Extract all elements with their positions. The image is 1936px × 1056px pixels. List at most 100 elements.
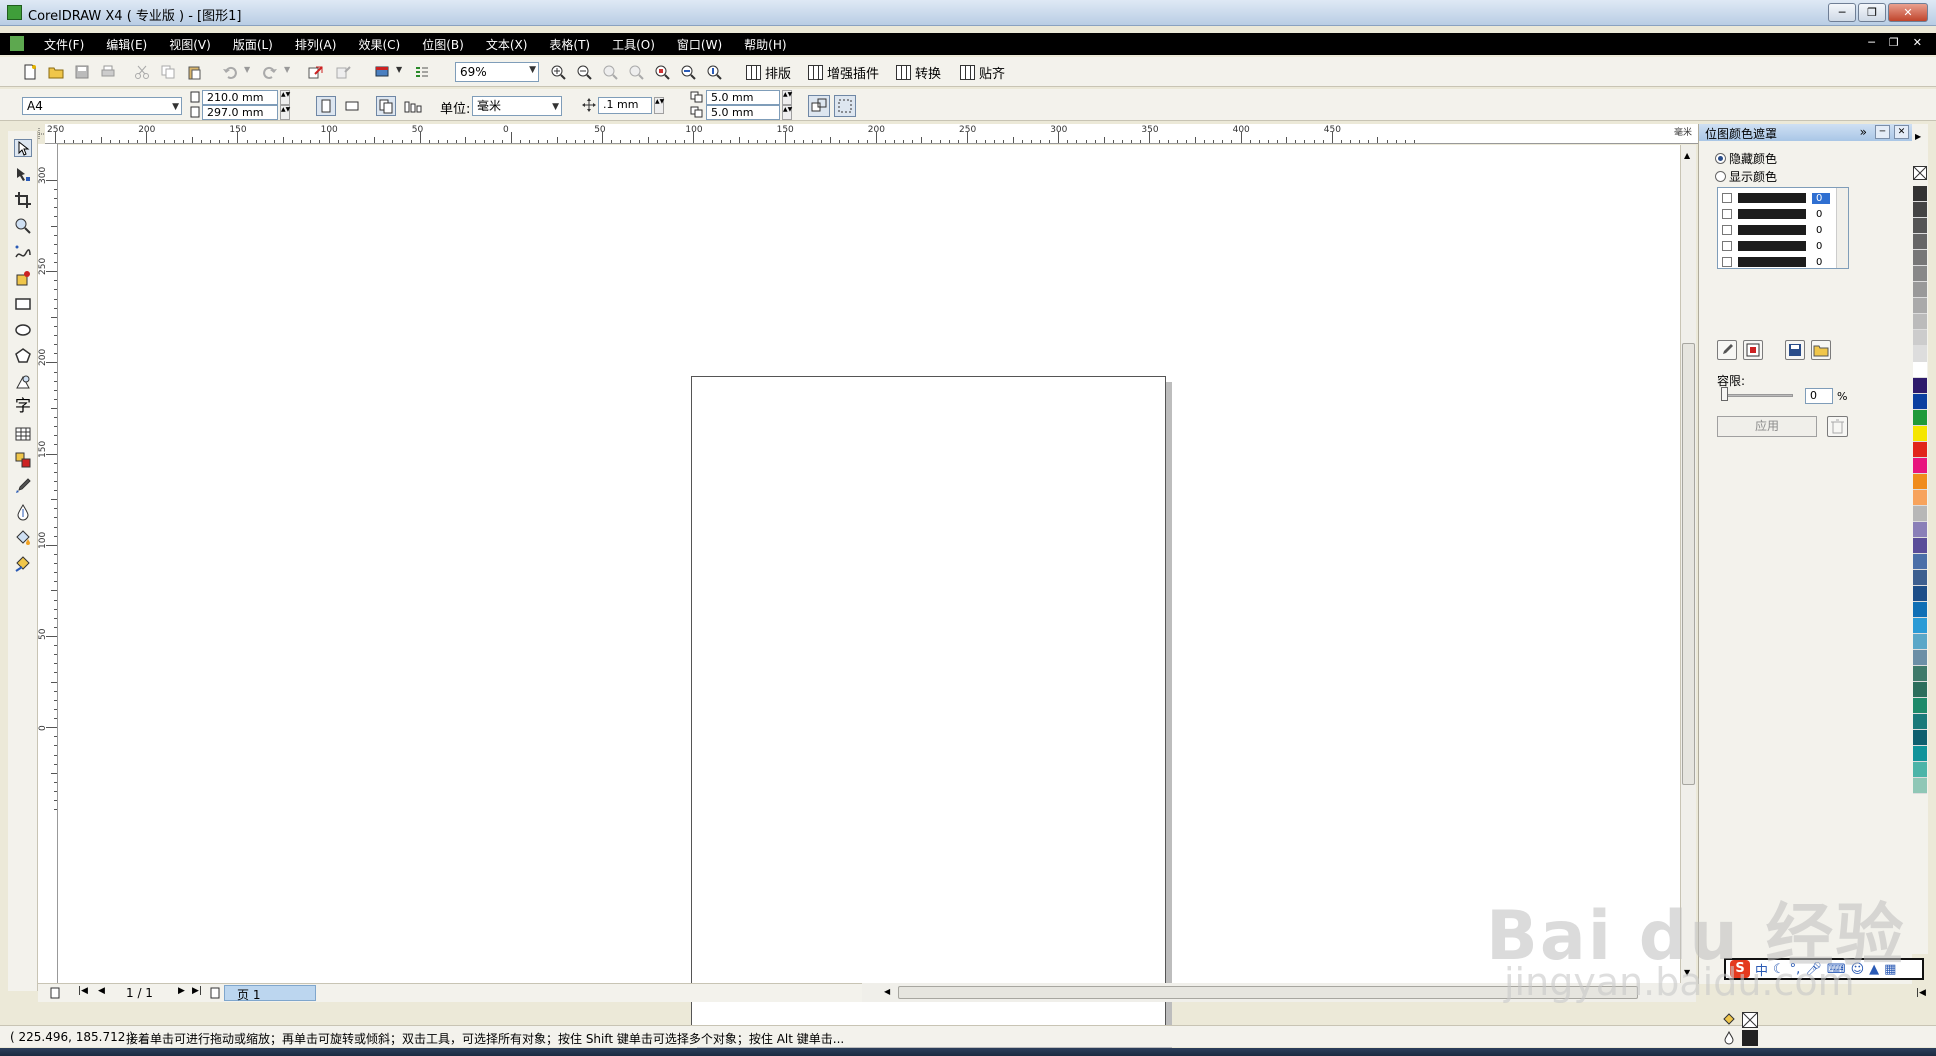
docker-close-button[interactable]: ✕ — [1894, 125, 1909, 139]
apply-button[interactable]: 应用 — [1717, 416, 1817, 437]
zoom-selected-icon[interactable] — [602, 64, 618, 80]
ime-mode[interactable]: 中 — [1755, 960, 1768, 979]
ime-tools-icon[interactable]: ▦ — [1884, 962, 1896, 977]
redo-icon[interactable] — [262, 64, 278, 80]
mask-color-row-4[interactable]: 0 — [1722, 240, 1830, 252]
palette-swatch[interactable] — [1913, 650, 1927, 666]
menu-effects[interactable]: 效果(C) — [358, 36, 400, 53]
import-icon[interactable] — [308, 64, 324, 80]
tolerance-slider-track[interactable] — [1723, 394, 1793, 397]
previous-page-icon[interactable]: ◀ — [98, 986, 105, 996]
ime-moon-icon[interactable]: ☾ — [1773, 962, 1785, 977]
ime-keyboard-icon[interactable]: ⌨ — [1827, 962, 1846, 977]
open-mask-button[interactable] — [1811, 340, 1831, 360]
menu-help[interactable]: 帮助(H) — [744, 36, 786, 53]
zoom-page-width-icon[interactable] — [680, 64, 696, 80]
show-colors-radio[interactable]: 显示颜色 — [1715, 168, 1777, 185]
menu-table[interactable]: 表格(T) — [549, 36, 590, 53]
add-page-after-icon[interactable] — [210, 987, 221, 999]
shape-tool-icon[interactable] — [14, 165, 32, 183]
zoom-in-icon[interactable] — [550, 64, 566, 80]
fill-outline-indicator[interactable] — [1722, 1012, 1758, 1046]
palette-swatch[interactable] — [1913, 394, 1927, 410]
palette-swatch[interactable] — [1913, 714, 1927, 730]
menu-tools[interactable]: 工具(O) — [612, 36, 655, 53]
add-page-before-icon[interactable] — [50, 987, 61, 999]
mask-color-row-5[interactable]: 0 — [1722, 256, 1830, 268]
palette-swatch[interactable] — [1913, 314, 1927, 330]
edit-color-button[interactable] — [1743, 340, 1763, 360]
ellipse-tool-icon[interactable] — [14, 321, 32, 339]
cut-icon[interactable] — [134, 64, 150, 80]
palette-swatch[interactable] — [1913, 666, 1927, 682]
basic-shapes-tool-icon[interactable] — [14, 373, 32, 391]
palette-swatch[interactable] — [1913, 554, 1927, 570]
convert-button[interactable]: 转换 — [896, 63, 941, 82]
vertical-scrollbar[interactable]: ▲ ▼ — [1680, 145, 1696, 983]
duplicate-y-spinner[interactable]: ▲▼ — [782, 105, 792, 120]
mask-color-row-1[interactable]: 0 — [1722, 192, 1830, 204]
ime-toolbar[interactable]: S 中 ☾ °, 🎤︎ ⌨ ☺ ▲ ▦ — [1724, 958, 1924, 980]
zoom-all-objects-icon[interactable] — [628, 64, 644, 80]
zoom-page-icon[interactable] — [654, 64, 670, 80]
treat-as-filled-icon[interactable] — [808, 95, 830, 117]
scroll-up-icon[interactable]: ▲ — [1684, 151, 1690, 160]
duplicate-x-field[interactable]: 5.0 mm — [706, 90, 780, 105]
paper-size-dropdown-icon[interactable]: ▼ — [172, 100, 179, 114]
portrait-orientation-icon[interactable] — [316, 96, 336, 116]
first-page-icon[interactable]: |◀ — [78, 986, 88, 996]
pick-tool-icon[interactable] — [14, 139, 32, 157]
print-icon[interactable] — [100, 64, 116, 80]
palette-swatch[interactable] — [1913, 234, 1927, 250]
menu-arrange[interactable]: 排列(A) — [295, 36, 337, 53]
undo-dropdown-icon[interactable]: ▼ — [244, 65, 250, 74]
remove-mask-button[interactable] — [1827, 416, 1848, 437]
landscape-orientation-icon[interactable] — [342, 96, 362, 116]
palette-swatch[interactable] — [1913, 362, 1927, 378]
palette-flyout-icon[interactable]: |◀ — [1916, 988, 1926, 998]
ime-user-icon[interactable]: ☺ — [1851, 962, 1865, 977]
mask-color-checkbox-5[interactable] — [1722, 257, 1732, 267]
palette-scroll-up-icon[interactable]: ▶ — [1915, 132, 1921, 141]
menu-text[interactable]: 文本(X) — [486, 36, 528, 53]
duplicate-x-spinner[interactable]: ▲▼ — [782, 90, 792, 105]
ime-punctuation-icon[interactable]: °, — [1790, 962, 1801, 977]
interactive-blend-tool-icon[interactable] — [14, 451, 32, 469]
scroll-left-icon[interactable]: ◀ — [884, 987, 890, 996]
menu-layout[interactable]: 版面(L) — [233, 36, 273, 53]
export-icon[interactable] — [336, 64, 352, 80]
text-tool-icon[interactable]: 字 — [14, 397, 32, 415]
zoom-tool-icon[interactable] — [14, 217, 32, 235]
eyedropper-tool-icon[interactable] — [14, 477, 32, 495]
ime-skin-icon[interactable]: ▲ — [1869, 962, 1879, 977]
palette-swatch[interactable] — [1913, 762, 1927, 778]
unit-combo[interactable]: 毫米 ▼ — [472, 96, 562, 116]
page-height-spinner[interactable]: ▲▼ — [280, 105, 290, 120]
launcher-dropdown-icon[interactable]: ▼ — [396, 65, 402, 74]
palette-swatch[interactable] — [1913, 538, 1927, 554]
palette-swatch[interactable] — [1913, 250, 1927, 266]
redo-dropdown-icon[interactable]: ▼ — [284, 65, 290, 74]
palette-swatch[interactable] — [1913, 378, 1927, 394]
paper-size-combo[interactable]: A4 ▼ — [22, 97, 182, 115]
palette-swatch[interactable] — [1913, 442, 1927, 458]
palette-swatch[interactable] — [1913, 298, 1927, 314]
palette-swatch[interactable] — [1913, 458, 1927, 474]
minimize-button[interactable]: ─ — [1828, 3, 1856, 22]
palette-swatch[interactable] — [1913, 218, 1927, 234]
horizontal-scroll-thumb[interactable] — [898, 986, 1638, 999]
unit-dropdown-icon[interactable]: ▼ — [552, 99, 559, 115]
docker-minimize-button[interactable]: ─ — [1875, 125, 1890, 139]
ime-voice-icon[interactable]: 🎤︎ — [1805, 962, 1822, 977]
edit-across-layers-icon[interactable] — [834, 95, 856, 117]
next-page-icon[interactable]: ▶ — [178, 986, 185, 996]
doc-close-button[interactable]: ✕ — [1913, 36, 1922, 49]
horizontal-scrollbar[interactable]: ◀ — [862, 983, 1696, 1002]
undo-icon[interactable] — [222, 64, 238, 80]
mask-color-row-2[interactable]: 0 — [1722, 208, 1830, 220]
mask-color-checkbox-1[interactable] — [1722, 193, 1732, 203]
nudge-spinner[interactable]: ▲▼ — [654, 97, 664, 114]
tolerance-field[interactable]: 0 — [1805, 388, 1833, 404]
table-tool-icon[interactable] — [14, 425, 32, 443]
interactive-fill-tool-icon[interactable] — [14, 555, 32, 573]
